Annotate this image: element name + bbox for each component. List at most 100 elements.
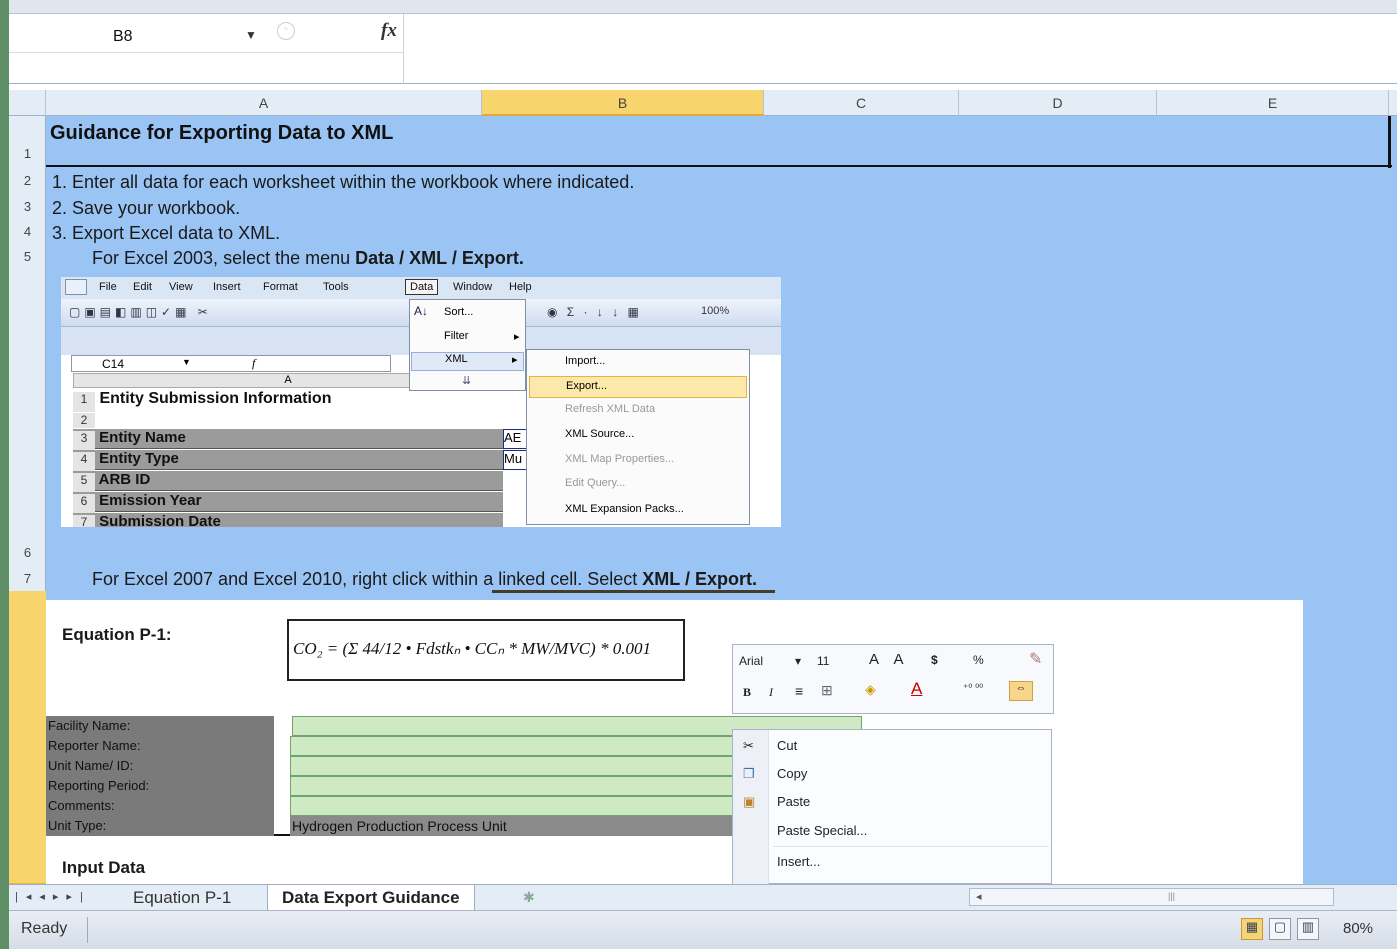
img-xml-export: Export...	[529, 376, 747, 398]
merge-cells-icon[interactable]: ⇔	[1009, 681, 1033, 701]
img-toolbar-sum-icons: ◉ Σ · ↓ ↓ ▦	[547, 305, 642, 319]
img-chevron-icon: ▼	[182, 357, 191, 367]
row-headers: 1 2 3 4 5 6 7	[9, 116, 46, 884]
menu-item-insert[interactable]: Insert...	[777, 854, 820, 869]
field-row-period: Reporting Period:	[46, 776, 750, 796]
step-3-text: 3. Export Excel data to XML.	[52, 223, 281, 243]
page-break-view-icon[interactable]: ▥	[1297, 918, 1319, 940]
formula-bar: B8 ▼ ◦ fx	[9, 14, 1397, 84]
currency-button[interactable]: $	[931, 653, 938, 667]
img-row-6: 6 Emission Year	[73, 492, 503, 513]
img-xml-submenu: Import... Export... Refresh XML Data XML…	[526, 349, 750, 525]
row-header-8-selected[interactable]	[9, 591, 46, 884]
excel2003-instruction: For Excel 2003, select the menu Data / X…	[92, 248, 524, 268]
img-sort-icon: A↓	[414, 304, 429, 318]
menu-item-paste[interactable]: Paste	[777, 794, 810, 809]
img-row-4: 4 Entity Type	[73, 450, 503, 471]
column-header-e[interactable]: E	[1157, 90, 1389, 116]
scroll-left-icon[interactable]: ◂	[976, 890, 982, 903]
borders-icon[interactable]: ⊞	[821, 682, 833, 699]
equation-formula-text: CO₂ = (Σ 44/12 • Fdstkₙ • CCₙ * MW/MVC) …	[293, 639, 651, 658]
chevron-down-icon[interactable]: ▼	[245, 28, 257, 42]
row-header-4[interactable]: 4	[9, 224, 46, 239]
equation-label: Equation P-1:	[62, 625, 172, 644]
tab-scroll-arrows[interactable]: |◂◂▸▸|	[15, 890, 91, 903]
img-menu-help: Help	[509, 281, 532, 293]
row-header-1[interactable]: 1	[9, 146, 46, 161]
fill-color-icon[interactable]: ◈	[865, 681, 876, 698]
row-header-6[interactable]: 6	[9, 545, 46, 560]
zoom-level[interactable]: 80%	[1343, 920, 1373, 937]
img-fx-icon: f	[252, 356, 256, 370]
column-headers: A B C D E	[9, 90, 1397, 116]
row-header-7[interactable]: 7	[9, 571, 46, 586]
selected-cell-border	[492, 590, 775, 593]
img-xml-map-properties: XML Map Properties...	[565, 453, 675, 465]
row-header-3[interactable]: 3	[9, 199, 46, 214]
page-layout-view-icon[interactable]: ▢	[1269, 918, 1291, 940]
worksheet-grid[interactable]: Guidance for Exporting Data to XML 1. En…	[46, 116, 1397, 885]
font-size-box[interactable]: 11	[817, 654, 829, 668]
unit-name-field[interactable]	[290, 756, 750, 776]
img-row-2: 2	[73, 411, 503, 428]
menu-item-copy[interactable]: Copy	[777, 766, 807, 781]
img-toolbar-icons: ▢▣▤◧▥◫✓▦ ✂	[69, 305, 212, 319]
img-menu-file: File	[99, 281, 117, 293]
cut-icon: ✂	[743, 738, 754, 753]
normal-view-icon[interactable]: ▦	[1241, 918, 1263, 940]
img-xml-refresh: Refresh XML Data	[565, 403, 656, 415]
reporter-name-field[interactable]	[290, 736, 750, 756]
field-row-unit-type: Unit Type: Hydrogen Production Process Un…	[46, 816, 750, 836]
new-sheet-icon[interactable]: ✱	[523, 889, 535, 906]
img-menu-view: View	[169, 281, 193, 293]
name-box-value: B8	[113, 28, 133, 45]
context-menu: ✂ Cut ❐ Copy ▣ Paste Paste Special... In…	[732, 729, 1052, 885]
field-label: Comments:	[46, 796, 274, 816]
unit-type-field[interactable]: Hydrogen Production Process Unit	[290, 816, 750, 836]
tab-data-export-guidance[interactable]: Data Export Guidance	[267, 885, 475, 911]
decimal-buttons-icon[interactable]: ⁺⁰ ⁰⁰	[963, 683, 983, 694]
column-header-d[interactable]: D	[959, 90, 1157, 116]
percent-button[interactable]: %	[973, 653, 984, 667]
sheet-tab-bar: |◂◂▸▸| Equation P-1 Data Export Guidance…	[9, 884, 1397, 911]
menu-item-cut[interactable]: Cut	[777, 738, 797, 753]
img-menu-filter: Filter	[444, 330, 469, 342]
img-menu-window: Window	[453, 281, 493, 293]
field-label: Unit Name/ ID:	[46, 756, 274, 776]
name-box[interactable]: B8 ▼	[9, 22, 271, 50]
excel2007-instruction: For Excel 2007 and Excel 2010, right cli…	[92, 569, 757, 589]
scroll-thumb-grip[interactable]: |||	[1168, 891, 1175, 901]
select-all-corner[interactable]	[9, 90, 46, 116]
grow-shrink-font-icon[interactable]: A A	[869, 651, 910, 668]
bold-button[interactable]: B	[743, 685, 751, 700]
font-size-dropdown-icon[interactable]: ▾	[795, 654, 801, 668]
column-header-b[interactable]: B	[482, 90, 764, 116]
equation-formula: CO₂ = (Σ 44/12 • Fdstkₙ • CCₙ * MW/MVC) …	[287, 619, 685, 681]
img-cell-mu: Mu	[503, 450, 528, 470]
column-header-a[interactable]: A	[46, 90, 482, 116]
comments-field[interactable]	[290, 796, 750, 816]
img-menu-edit: Edit	[133, 281, 152, 293]
title-underline	[46, 165, 1392, 167]
row-header-5[interactable]: 5	[9, 249, 46, 264]
font-name-box[interactable]: Arial	[739, 654, 763, 668]
center-align-icon[interactable]: ≡	[795, 683, 803, 699]
horizontal-scrollbar[interactable]: ◂ |||	[969, 888, 1334, 906]
formula-divider	[403, 14, 404, 84]
field-row-facility: Facility Name:	[46, 716, 862, 736]
format-painter-icon[interactable]: ✎	[1029, 649, 1042, 669]
menu-item-paste-special[interactable]: Paste Special...	[777, 823, 867, 838]
italic-button[interactable]: I	[769, 685, 773, 700]
font-color-icon[interactable]: A	[911, 679, 922, 699]
column-header-c[interactable]: C	[764, 90, 959, 116]
field-label: Reporter Name:	[46, 736, 274, 756]
img-xml-source: XML Source...	[565, 428, 635, 440]
insert-function-icon[interactable]: fx	[381, 20, 397, 42]
tab-equation-p1[interactable]: Equation P-1	[119, 885, 245, 911]
reporting-period-field[interactable]	[290, 776, 750, 796]
excel-window: B8 ▼ ◦ fx A B C D E 1 2 3 4 5 6 7 Guidan…	[9, 0, 1397, 949]
mini-toolbar: Arial ▾ 11 A A $ % ✎ B I ≡ ⊞ ◈ A ⁺⁰ ⁰⁰ ⇔	[732, 644, 1054, 714]
row-header-2[interactable]: 2	[9, 173, 46, 188]
excel-app-icon	[65, 279, 87, 295]
cancel-circle-icon[interactable]: ◦	[277, 22, 295, 40]
